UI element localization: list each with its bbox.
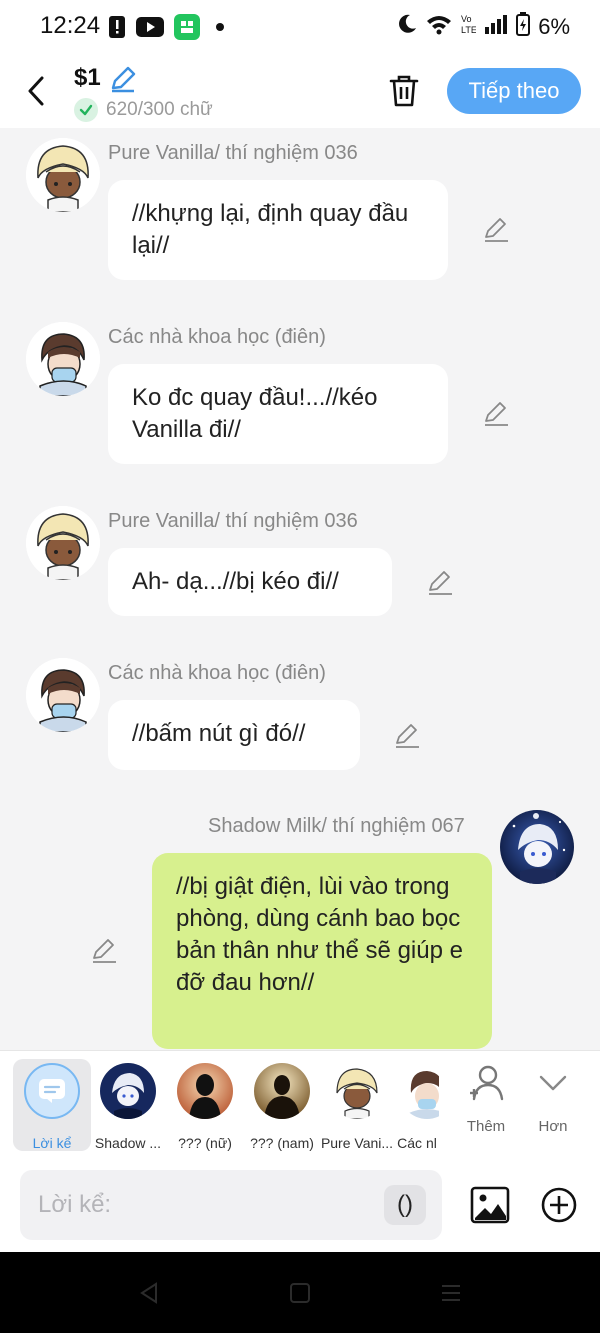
character-label: ??? (nam) [250,1135,314,1151]
character-avatar [329,1063,385,1119]
check-icon [74,98,98,122]
character-avatar [100,1063,156,1119]
message-sender: Pure Vanilla/ thí nghiệm 036 [108,510,358,532]
composer: () [0,1158,600,1252]
character-unknown-female[interactable]: ??? (nữ) [166,1059,244,1151]
narrator-icon [24,1063,80,1119]
composer-box: () [20,1170,442,1240]
edit-title-icon[interactable] [108,64,138,99]
message-bubble-self[interactable]: //bị giật điện, lùi vào trong phòng, dùn… [152,853,492,1049]
add-character-label: Thêm [466,1118,506,1135]
character-narrator[interactable]: Lời kể [13,1059,91,1151]
avatar-scientists[interactable] [26,658,100,732]
edit-message-icon[interactable] [482,400,510,428]
edit-message-icon[interactable] [393,722,421,750]
dot-icon [210,17,230,42]
message-sender: Shadow Milk/ thí nghiệm 067 [208,815,465,837]
character-scientists[interactable]: Các nl [395,1059,439,1151]
signal-icon [484,13,508,40]
avatar-pure-vanilla[interactable] [26,506,100,580]
chevron-down-icon [533,1075,573,1107]
wifi-icon [426,13,452,40]
system-nav-bar [0,1252,600,1333]
edit-message-icon[interactable] [426,569,454,597]
message-bubble[interactable]: Ah- dạ...//bị kéo đi// [108,548,392,616]
next-button[interactable]: Tiếp theo [447,68,581,114]
character-avatar [254,1063,310,1119]
avatar-pure-vanilla[interactable] [26,138,100,212]
narration-input[interactable] [38,1188,378,1222]
character-avatar [399,1063,439,1119]
trash-icon[interactable] [388,74,420,113]
back-icon[interactable] [22,74,52,108]
status-time: 12:24 [40,12,101,39]
moon-icon [396,13,418,40]
character-avatar [177,1063,233,1119]
character-label: ??? (nữ) [178,1135,232,1151]
message-sender: Các nhà khoa học (điên) [108,326,326,348]
nav-back-icon[interactable] [138,1282,160,1309]
add-icon[interactable] [540,1186,578,1229]
svg-text:Vo: Vo [461,14,472,24]
parenthesis-button[interactable]: () [384,1185,426,1225]
character-label: Pure Vani... [320,1135,394,1151]
status-bar: 12:24 Vo LTE 6% [0,0,600,52]
character-bar: Lời kể Shadow ... ??? (nữ) ??? (nam) Pur… [0,1050,600,1158]
message-bubble[interactable]: //bấm nút gì đó// [108,700,360,770]
edit-message-icon[interactable] [90,937,118,965]
nav-recents-icon[interactable] [440,1282,462,1309]
word-count: 620/300 chữ [74,98,213,122]
nav-home-icon[interactable] [289,1282,311,1309]
message-bubble[interactable]: //khựng lại, định quay đầu lại// [108,180,448,280]
battery-percent: 6% [538,13,570,39]
editor-header: $1 620/300 chữ Tiếp theo [0,52,600,128]
app-icon [174,14,200,45]
character-label: Shadow ... [94,1135,162,1151]
message-sender: Pure Vanilla/ thí nghiệm 036 [108,142,358,164]
add-person-icon [466,1065,506,1107]
battery-icon [516,12,531,41]
avatar-shadow-milk[interactable] [500,810,574,884]
message-bubble[interactable]: Ko đc quay đầu!...//kéo Vanilla đi// [108,364,448,464]
image-icon[interactable] [470,1186,510,1229]
page-title: $1 [74,64,101,91]
word-count-label: 620/300 chữ [106,99,213,120]
message-sender: Các nhà khoa học (điên) [108,662,326,684]
more-button[interactable]: Hơn [523,1063,583,1135]
edit-message-icon[interactable] [482,216,510,244]
character-label: Lời kể [32,1135,72,1151]
character-label: Các nl [397,1135,437,1151]
character-pure-vanilla[interactable]: Pure Vani... [318,1059,396,1151]
alert-icon [108,15,126,44]
avatar-scientists[interactable] [26,322,100,396]
more-label: Hơn [538,1118,568,1135]
character-unknown-male[interactable]: ??? (nam) [243,1059,321,1151]
character-shadow-milk[interactable]: Shadow ... [89,1059,167,1151]
volte-icon: Vo LTE [460,12,477,41]
svg-text:LTE: LTE [461,25,476,35]
youtube-icon [136,17,164,42]
add-character-button[interactable]: Thêm [456,1063,516,1135]
